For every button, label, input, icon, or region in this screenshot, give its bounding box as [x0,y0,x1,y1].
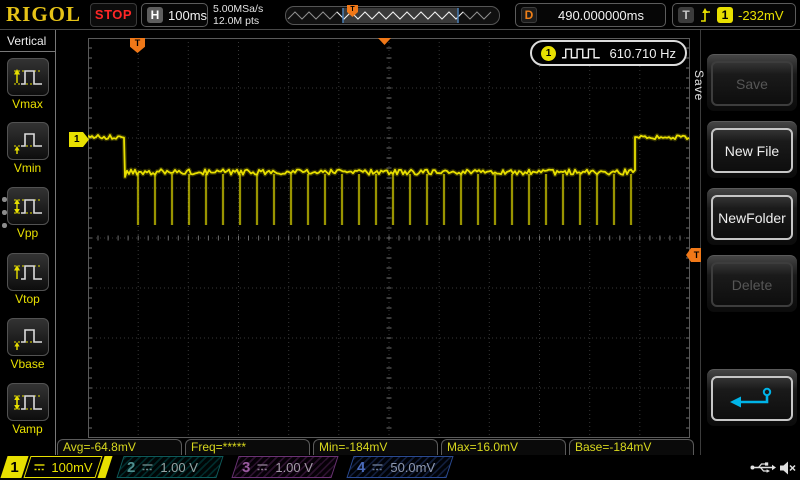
channel3-scale: 1.00 V [275,460,313,475]
counter-value: 610.710 Hz [610,46,677,61]
horizontal-label-chip: H [147,7,163,23]
run-state-badge: STOP [90,3,137,27]
square-wave-icon [561,45,605,61]
menu-item-label: Vmax [0,97,55,111]
left-menu: Vertical Vmax [0,30,56,455]
channel1-scale: 100mV [51,460,92,475]
menu-item-vbase[interactable]: Vbase [0,318,55,371]
delay-label-chip: D [521,7,537,23]
channel2-status[interactable]: 2 1.00 V [114,456,226,478]
measurement-base: Base=-184mV [569,439,694,455]
timebase-value: 100ms [168,8,207,23]
new-folder-button[interactable]: NewFolder [707,188,797,245]
delay-block: D 490.000000ms [515,3,666,27]
menu-item-label: Vpp [0,226,55,240]
measurement-freq: Freq=***** [185,439,310,455]
new-folder-button-label: NewFolder [711,195,793,240]
channel1-number: 1 [4,456,25,478]
vpp-icon [11,192,45,220]
menu-item-label: Vmin [0,161,55,175]
horizontal-timebase-block: H 100ms [141,3,208,27]
trigger-level-value: -232mV [738,8,784,23]
measurement-avg: Avg=-64.8mV [57,439,182,455]
rising-edge-icon [699,7,712,24]
channel4-scale: 50.0mV [390,460,435,475]
menu-item-vamp[interactable]: Vamp [0,383,55,436]
menu-item-vpp[interactable]: Vpp [0,187,55,240]
new-file-button[interactable]: New File [707,121,797,178]
delay-value: 490.000000ms [542,8,660,23]
memory-depth: 12.0M pts [213,15,263,27]
channel1-offset-marker[interactable]: 1 [69,132,89,147]
delete-button-label: Delete [711,262,793,307]
new-file-button-label: New File [711,128,793,173]
menu-tab-save: Save [692,70,706,101]
counter-channel-chip: 1 [541,46,556,61]
save-button[interactable]: Save [707,54,797,111]
rigol-logo: RIGOL [6,2,81,27]
memory-waveform-preview [286,7,497,24]
trigger-label-chip: T [678,7,694,23]
trigger-source-chip: 1 [717,7,733,23]
menu-item-vmin[interactable]: Vmin [0,122,55,175]
channel3-status[interactable]: 3 1.00 V [229,456,341,478]
measurement-min: Min=-184mV [313,439,438,455]
save-button-label: Save [711,61,793,106]
vmax-icon [11,63,45,91]
vmin-icon [11,127,45,155]
channel-status-bar: 1 100mV 2 [0,455,800,480]
trigger-block: T 1 -232mV [672,3,796,27]
display-area: 1 T T 1 610.710 Hz Avg=-64.8mV Freq=****… [56,30,701,455]
channel2-scale: 1.00 V [160,460,198,475]
memory-position-bar[interactable] [285,6,500,25]
vtop-icon [11,258,45,286]
dc-coupling-icon [256,462,269,472]
menu-page-dots [2,197,8,236]
channel4-status[interactable]: 4 50.0mV [344,456,456,478]
speaker-muted-icon [779,461,796,475]
menu-item-label: Vamp [0,422,55,436]
dc-coupling-icon [33,462,46,472]
top-status-bar: RIGOL STOP H 100ms 5.00MSa/s 12.0M pts T… [0,0,800,30]
vbase-icon [11,323,45,351]
usb-icon [750,461,776,474]
right-menu: Save Save New File NewFolder Delete [701,30,800,455]
graticule [88,38,690,438]
dc-coupling-icon [141,462,154,472]
menu-item-vmax[interactable]: Vmax [0,58,55,111]
dc-coupling-icon [371,462,384,472]
acquisition-info: 5.00MSa/s 12.0M pts [213,3,263,27]
left-menu-title: Vertical [0,30,55,52]
delete-button[interactable]: Delete [707,255,797,312]
channel3-number: 3 [242,459,250,476]
return-button[interactable] [707,369,797,426]
sample-rate: 5.00MSa/s [213,3,263,15]
channel4-number: 4 [357,459,365,476]
measurement-max: Max=16.0mV [441,439,566,455]
vamp-icon [11,388,45,416]
menu-item-label: Vtop [0,292,55,306]
menu-item-label: Vbase [0,357,55,371]
channel2-number: 2 [127,459,135,476]
frequency-counter: 1 610.710 Hz [530,40,687,66]
oscilloscope-screen: RIGOL STOP H 100ms 5.00MSa/s 12.0M pts T… [0,0,800,480]
return-arrow-icon [726,385,778,413]
channel1-status[interactable]: 1 100mV [0,456,112,478]
menu-item-vtop[interactable]: Vtop [0,253,55,306]
